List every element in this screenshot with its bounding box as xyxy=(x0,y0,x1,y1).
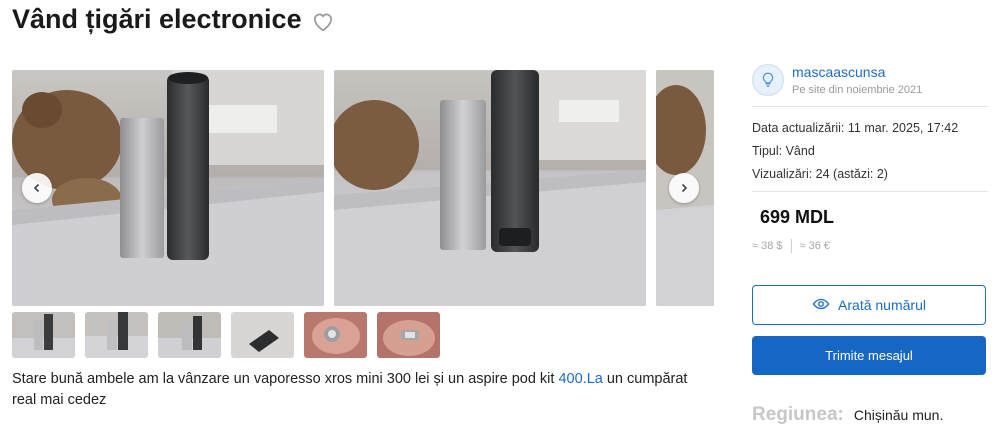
view-count: Vizualizări: 24 (astăzi: 2) xyxy=(752,167,888,181)
listing-photo[interactable] xyxy=(12,70,324,306)
region-value: Chișinău mun. xyxy=(853,407,944,423)
thumbnail[interactable] xyxy=(231,312,294,358)
description-text: Stare bună ambele am la vânzare un vapor… xyxy=(12,371,559,387)
price-conversions: ≈ 38 $ ≈ 36 € xyxy=(752,239,830,253)
listing-description: Stare bună ambele am la vânzare un vapor… xyxy=(12,369,714,411)
thumbnail[interactable] xyxy=(377,312,440,358)
thumbnail[interactable] xyxy=(304,312,367,358)
thumbnail[interactable] xyxy=(85,312,148,358)
listing-title: Vând țigări electronice xyxy=(12,4,302,34)
listing-title-row: Vând țigări electronice xyxy=(12,4,336,35)
listing-type: Tipul: Vând xyxy=(752,144,815,158)
listing-photo[interactable] xyxy=(334,70,646,306)
divider xyxy=(752,191,988,192)
thumbnail[interactable] xyxy=(12,312,75,358)
price: 699 MDL xyxy=(760,207,835,227)
listing-meta: Data actualizării: 11 mar. 2025, 17:42 T… xyxy=(752,117,958,186)
lightbulb-icon[interactable] xyxy=(752,64,784,96)
divider xyxy=(752,106,988,107)
seller-name[interactable]: mascaascunsa xyxy=(792,64,922,80)
description-link[interactable]: 400.La xyxy=(558,371,602,387)
show-number-button[interactable]: Arată numărul xyxy=(752,285,986,325)
send-message-label: Trimite mesajul xyxy=(825,348,913,363)
region-label: Regiunea: xyxy=(752,404,844,425)
eye-icon xyxy=(812,295,830,316)
thumbnail[interactable] xyxy=(158,312,221,358)
updated-date: Data actualizării: 11 mar. 2025, 17:42 xyxy=(752,121,959,135)
price-eur: ≈ 36 € xyxy=(799,240,831,252)
photo-gallery[interactable] xyxy=(12,70,714,306)
divider xyxy=(790,239,792,253)
thumbnail-strip xyxy=(12,312,440,358)
chevron-right-icon[interactable] xyxy=(669,173,699,203)
send-message-button[interactable]: Trimite mesajul xyxy=(752,336,986,375)
region-row: Regiunea: Chișinău mun. xyxy=(752,404,943,426)
price-usd: ≈ 38 $ xyxy=(752,240,783,252)
chevron-left-icon[interactable] xyxy=(22,173,52,203)
seller-since: Pe site din noiembrie 2021 xyxy=(792,84,923,96)
show-number-label: Arată numărul xyxy=(838,297,926,313)
seller-card: mascaascunsa Pe site din noiembrie 2021 xyxy=(752,64,986,96)
heart-outline-icon[interactable] xyxy=(310,8,336,34)
